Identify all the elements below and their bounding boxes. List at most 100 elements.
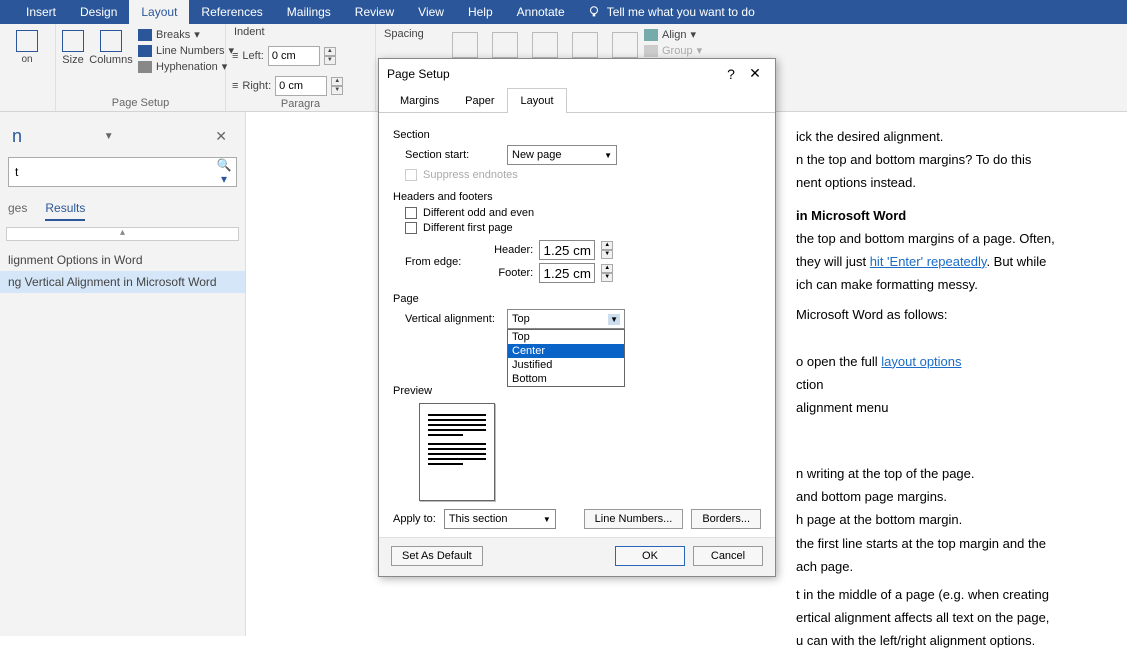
bring-forward-icon[interactable]	[532, 32, 558, 58]
suppress-endnotes-checkbox: Suppress endnotes	[405, 169, 761, 181]
indent-right-input[interactable]	[275, 76, 327, 96]
nav-search-box[interactable]: 🔍 ▾	[8, 157, 237, 187]
search-icon[interactable]: 🔍 ▾	[212, 158, 236, 186]
line-numbers-icon	[138, 45, 152, 57]
section-start-select[interactable]: New page▼	[507, 145, 617, 165]
ok-button[interactable]: OK	[615, 546, 685, 566]
tell-me-search[interactable]: Tell me what you want to do	[587, 5, 755, 19]
dialog-tab-paper[interactable]: Paper	[452, 88, 507, 113]
hyphenation-button[interactable]: Hyphenation ▾	[138, 60, 234, 73]
diff-odd-even-checkbox[interactable]: Different odd and even	[405, 207, 761, 219]
indent-right-down[interactable]: ▼	[331, 86, 343, 95]
breaks-icon	[138, 29, 152, 41]
doc-text: the top and bottom margins of a page. Of…	[796, 230, 1107, 248]
nav-collapse-bar[interactable]	[6, 227, 239, 241]
footer-down[interactable]: ▼	[601, 273, 613, 282]
columns-label: Columns	[89, 54, 132, 66]
line-numbers-button[interactable]: Line Numbers ▾	[138, 44, 234, 57]
page-setup-dialog: Page Setup ? ✕ Margins Paper Layout Sect…	[378, 58, 776, 577]
line-numbers-button[interactable]: Line Numbers...	[584, 509, 684, 529]
ribbon-tabs: Insert Design Layout References Mailings…	[0, 0, 1127, 24]
valign-label: Vertical alignment:	[405, 313, 501, 325]
wrap-text-icon[interactable]	[492, 32, 518, 58]
tab-annotate[interactable]: Annotate	[505, 0, 577, 24]
indent-left-input[interactable]	[268, 46, 320, 66]
doc-list-item: n writing at the top of the page.	[796, 465, 1107, 483]
tab-help[interactable]: Help	[456, 0, 505, 24]
send-backward-icon[interactable]	[572, 32, 598, 58]
indent-left-icon: ≡	[232, 50, 238, 62]
breaks-button[interactable]: Breaks ▾	[138, 28, 234, 41]
columns-button[interactable]: Columns	[90, 26, 132, 66]
apply-to-select[interactable]: This section▼	[444, 509, 556, 529]
dialog-close-button[interactable]: ✕	[743, 65, 767, 82]
chevron-down-icon: ▼	[543, 515, 551, 524]
footer-up[interactable]: ▲	[601, 264, 613, 273]
doc-text: ick the desired alignment.	[796, 128, 1107, 146]
selection-pane-icon[interactable]	[612, 32, 638, 58]
set-default-button[interactable]: Set As Default	[391, 546, 483, 566]
indent-left-up[interactable]: ▲	[324, 47, 336, 56]
doc-text: o open the full layout options	[796, 353, 1107, 371]
from-edge-label: From edge:	[405, 256, 461, 268]
nav-tab-results[interactable]: Results	[45, 201, 85, 221]
cancel-button[interactable]: Cancel	[693, 546, 763, 566]
tab-view[interactable]: View	[406, 0, 456, 24]
doc-link[interactable]: hit 'Enter' repeatedly	[870, 254, 987, 269]
size-label: Size	[62, 54, 83, 66]
doc-text: u can with the left/right alignment opti…	[796, 632, 1107, 650]
nav-tab-pages[interactable]: ges	[8, 201, 27, 221]
doc-text: t in the middle of a page (e.g. when cre…	[796, 586, 1107, 604]
tab-design[interactable]: Design	[68, 0, 129, 24]
footer-distance-input[interactable]	[539, 263, 595, 283]
nav-search-input[interactable]	[9, 162, 212, 182]
section-start-label: Section start:	[405, 149, 501, 161]
chevron-down-icon: ▼	[604, 151, 612, 160]
doc-text: ich can make formatting messy.	[796, 276, 1107, 294]
diff-first-page-checkbox[interactable]: Different first page	[405, 222, 761, 234]
doc-text: ertical alignment affects all text on th…	[796, 609, 1107, 627]
nav-title: n	[12, 126, 22, 147]
valign-select[interactable]: Top▼	[507, 309, 625, 329]
orientation-button[interactable]: on	[6, 26, 48, 65]
position-icon[interactable]	[452, 32, 478, 58]
header-distance-input[interactable]	[539, 240, 595, 260]
header-up[interactable]: ▲	[601, 241, 613, 250]
tab-review[interactable]: Review	[343, 0, 406, 24]
doc-text: nent options instead.	[796, 174, 1107, 192]
align-icon	[644, 29, 658, 41]
borders-button[interactable]: Borders...	[691, 509, 761, 529]
preview-thumbnail	[419, 403, 495, 501]
doc-list-item: h page at the bottom margin.	[796, 511, 1107, 529]
indent-right-icon: ≡	[232, 80, 238, 92]
nav-close-button[interactable]: ✕	[209, 126, 233, 147]
header-down[interactable]: ▼	[601, 250, 613, 259]
valign-option-center[interactable]: Center	[508, 344, 624, 358]
valign-option-top[interactable]: Top	[508, 330, 624, 344]
dialog-tab-layout[interactable]: Layout	[507, 88, 566, 113]
align-button[interactable]: Align ▾	[644, 28, 704, 41]
page-label: Page	[393, 293, 761, 305]
size-button[interactable]: Size	[62, 26, 84, 66]
nav-result-item[interactable]: ng Vertical Alignment in Microsoft Word	[0, 271, 245, 293]
tab-mailings[interactable]: Mailings	[275, 0, 343, 24]
valign-option-bottom[interactable]: Bottom	[508, 372, 624, 386]
doc-list-item: the first line starts at the top margin …	[796, 535, 1107, 553]
tab-references[interactable]: References	[189, 0, 274, 24]
valign-option-justified[interactable]: Justified	[508, 358, 624, 372]
tab-layout[interactable]: Layout	[129, 0, 189, 24]
dialog-help-button[interactable]: ?	[719, 66, 743, 82]
nav-menu-chevron[interactable]: ▼	[104, 131, 114, 142]
navigation-pane: n ▼ ✕ 🔍 ▾ ges Results lignment Options i…	[0, 112, 246, 636]
doc-list-item: and bottom page margins.	[796, 488, 1107, 506]
dialog-tab-margins[interactable]: Margins	[387, 88, 452, 113]
indent-left-down[interactable]: ▼	[324, 56, 336, 65]
doc-list-item: ach page.	[796, 558, 1107, 576]
doc-text: ction	[796, 376, 1107, 394]
nav-result-item[interactable]: lignment Options in Word	[0, 249, 245, 271]
paragraph-group-label: Paragra	[232, 98, 369, 112]
group-button[interactable]: Group ▾	[644, 44, 704, 57]
indent-right-up[interactable]: ▲	[331, 77, 343, 86]
tab-insert[interactable]: Insert	[14, 0, 68, 24]
doc-link[interactable]: layout options	[881, 354, 961, 369]
